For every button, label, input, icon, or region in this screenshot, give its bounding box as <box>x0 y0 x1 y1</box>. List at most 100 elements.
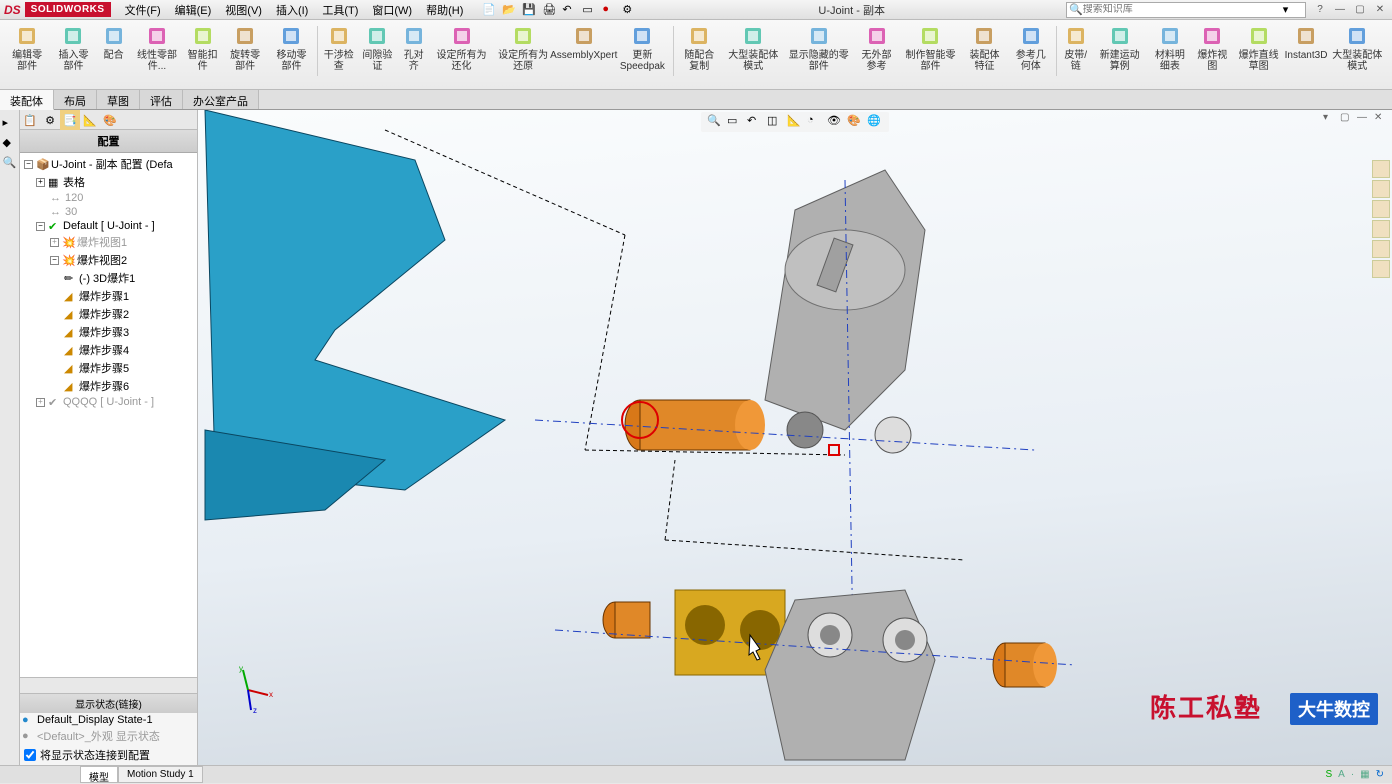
custom-props-icon[interactable] <box>1372 260 1390 278</box>
footer-tab-1[interactable]: Motion Study 1 <box>118 766 203 783</box>
ribbon-btn-6[interactable]: 移动零部件 <box>268 22 314 74</box>
help-icon[interactable]: ? <box>1312 3 1328 17</box>
collapse-icon[interactable]: − <box>24 160 33 169</box>
ribbon-btn-2[interactable]: 配合 <box>97 22 131 63</box>
ribbon-btn-21[interactable]: 皮带/链 <box>1059 22 1093 74</box>
tree-exploded2[interactable]: − 💥 爆炸视图2 <box>22 251 195 269</box>
ribbon-btn-16[interactable]: 显示隐藏的零部件 <box>784 22 853 74</box>
menu-help[interactable]: 帮助(H) <box>420 0 469 20</box>
menu-insert[interactable]: 插入(I) <box>270 0 314 20</box>
menu-tools[interactable]: 工具(T) <box>316 0 364 20</box>
footer-tab-0[interactable]: 模型 <box>80 766 118 783</box>
menu-view[interactable]: 视图(V) <box>219 0 268 20</box>
ribbon-btn-20[interactable]: 参考几何体 <box>1008 22 1054 74</box>
dimxpert-tab[interactable]: 📐 <box>80 110 100 130</box>
ribbon-btn-22[interactable]: 新建运动算例 <box>1093 22 1147 74</box>
expand-icon[interactable]: + <box>36 178 45 187</box>
expand-icon[interactable]: + <box>50 238 59 247</box>
tree-step1[interactable]: ◢爆炸步骤1 <box>22 287 195 305</box>
tree-qqqq[interactable]: + ✔ QQQQ [ U-Joint - ] <box>22 395 195 409</box>
filter-icon[interactable]: ◆ <box>3 136 17 150</box>
display-state-2[interactable]: ● <Default>_外观 显示状态 <box>20 727 197 745</box>
ribbon-btn-12[interactable]: AssemblyXpert <box>554 22 614 63</box>
config-tab[interactable]: 📑 <box>60 110 80 130</box>
view-palette-icon[interactable] <box>1372 220 1390 238</box>
ribbon-btn-23[interactable]: 材料明细表 <box>1147 22 1193 74</box>
close-icon[interactable]: ✕ <box>1372 3 1388 17</box>
ribbon-btn-9[interactable]: 孔对齐 <box>397 22 431 74</box>
rebuild-icon[interactable]: ● <box>601 2 617 18</box>
ribbon-btn-26[interactable]: Instant3D <box>1286 22 1327 63</box>
search-input[interactable] <box>1083 4 1283 15</box>
ribbon-btn-13[interactable]: 更新Speedpak <box>614 22 672 74</box>
ribbon-btn-14[interactable]: 随配合复制 <box>676 22 722 74</box>
tree-3dexplode[interactable]: ✏ (-) 3D爆炸1 <box>22 269 195 287</box>
menu-edit[interactable]: 编辑(E) <box>169 0 218 20</box>
print-icon[interactable]: 🖨 <box>541 2 557 18</box>
ribbon-btn-25[interactable]: 爆炸直线草图 <box>1232 22 1286 74</box>
ribbon-btn-1[interactable]: 插入零部件 <box>50 22 96 74</box>
appearances-icon[interactable] <box>1372 240 1390 258</box>
options-icon[interactable]: ⚙ <box>621 2 637 18</box>
tree-step2[interactable]: ◢爆炸步骤2 <box>22 305 195 323</box>
ribbon-btn-17[interactable]: 无外部参考 <box>853 22 899 74</box>
file-explorer-icon[interactable] <box>1372 200 1390 218</box>
tree-dim1[interactable]: ↔ 120 <box>22 191 195 205</box>
save-icon[interactable]: 💾 <box>521 2 537 18</box>
orientation-triad[interactable]: x y z <box>223 665 273 715</box>
tab-草图[interactable]: 草图 <box>97 90 140 109</box>
ribbon-btn-15[interactable]: 大型装配体模式 <box>722 22 784 74</box>
link-checkbox[interactable] <box>24 749 36 761</box>
tree-step3[interactable]: ◢爆炸步骤3 <box>22 323 195 341</box>
tree-step4[interactable]: ◢爆炸步骤4 <box>22 341 195 359</box>
arrow-icon[interactable]: ▸ <box>3 116 17 130</box>
feature-tree-tab[interactable]: 📋 <box>20 110 40 130</box>
property-tab[interactable]: ⚙ <box>40 110 60 130</box>
tab-办公室产品[interactable]: 办公室产品 <box>183 90 259 109</box>
select-icon[interactable]: ▭ <box>581 2 597 18</box>
tree-root[interactable]: − 📦 U-Joint - 副本 配置 (Defa <box>22 155 195 173</box>
tree-dim2[interactable]: ↔ 30 <box>22 205 195 219</box>
ribbon-btn-11[interactable]: 设定所有为还原 <box>492 22 554 74</box>
menu-file[interactable]: 文件(F) <box>119 0 167 20</box>
ribbon-btn-8[interactable]: 间隙验证 <box>358 22 397 74</box>
minimize-icon[interactable]: — <box>1332 3 1348 17</box>
tree-step5[interactable]: ◢爆炸步骤5 <box>22 359 195 377</box>
maximize-icon[interactable]: ▢ <box>1352 3 1368 17</box>
search-box[interactable]: 🔍 ▾ <box>1066 2 1306 18</box>
link-checkbox-row[interactable]: 将显示状态连接到配置 <box>20 745 197 765</box>
search-dropdown-icon[interactable]: ▾ <box>1283 3 1289 16</box>
viewport-3d[interactable]: 🔍 ▭ ↶ ◫ 📐 ◔ 👁 🎨 🌐 ▾ ▢ — ✕ <box>198 110 1392 765</box>
ribbon-btn-27[interactable]: 大型装配体模式 <box>1326 22 1388 74</box>
status-refresh-icon[interactable]: ↻ <box>1376 769 1384 780</box>
tab-布局[interactable]: 布局 <box>54 90 97 109</box>
new-icon[interactable]: 📄 <box>481 2 497 18</box>
ribbon-btn-18[interactable]: 制作智能零部件 <box>900 22 962 74</box>
collapse-icon[interactable]: − <box>50 256 59 265</box>
ribbon-btn-19[interactable]: 装配体特征 <box>961 22 1007 74</box>
ribbon-btn-7[interactable]: 干涉检查 <box>319 22 358 74</box>
menu-window[interactable]: 窗口(W) <box>366 0 418 20</box>
expand-icon[interactable]: + <box>36 398 45 407</box>
ribbon-btn-5[interactable]: 旋转零部件 <box>222 22 268 74</box>
resources-icon[interactable] <box>1372 160 1390 178</box>
tree-table[interactable]: + ▦ 表格 <box>22 173 195 191</box>
tab-评估[interactable]: 评估 <box>140 90 183 109</box>
ribbon-btn-0[interactable]: 编辑零部件 <box>4 22 50 74</box>
ribbon-btn-4[interactable]: 智能扣件 <box>183 22 222 74</box>
open-icon[interactable]: 📂 <box>501 2 517 18</box>
search-icon[interactable]: 🔍 <box>3 156 17 170</box>
ribbon-btn-3[interactable]: 线性零部件... <box>131 22 184 74</box>
tree-scrollbar[interactable] <box>20 677 197 693</box>
tab-装配体[interactable]: 装配体 <box>0 90 54 110</box>
undo-icon[interactable]: ↶ <box>561 2 577 18</box>
display-state-1[interactable]: ● Default_Display State-1 <box>20 713 197 727</box>
tree-exploded1[interactable]: + 💥 爆炸视图1 <box>22 233 195 251</box>
collapse-icon[interactable]: − <box>36 222 45 231</box>
design-lib-icon[interactable] <box>1372 180 1390 198</box>
display-tab[interactable]: 🎨 <box>100 110 120 130</box>
ribbon-btn-24[interactable]: 爆炸视图 <box>1193 22 1232 74</box>
tree-step6[interactable]: ◢爆炸步骤6 <box>22 377 195 395</box>
tree-default[interactable]: − ✔ Default [ U-Joint - ] <box>22 219 195 233</box>
ribbon-btn-10[interactable]: 设定所有为还化 <box>431 22 493 74</box>
